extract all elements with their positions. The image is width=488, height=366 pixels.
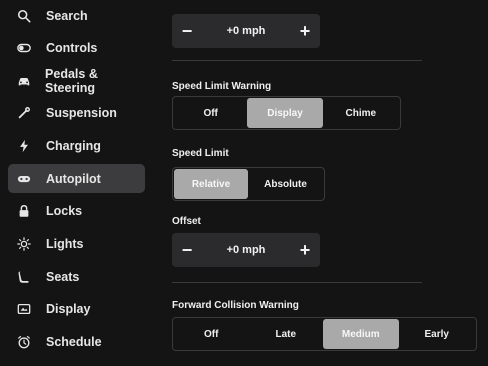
sidebar-item-seats[interactable]: Seats bbox=[8, 262, 145, 291]
increment-button[interactable]: + bbox=[290, 21, 320, 42]
bolt-icon bbox=[16, 138, 32, 154]
sidebar-item-label: Lights bbox=[46, 236, 84, 251]
stepper-value: +0 mph bbox=[226, 25, 266, 37]
sidebar-item-display[interactable]: Display bbox=[8, 294, 145, 323]
seat-icon bbox=[16, 269, 32, 285]
sidebar-item-schedule[interactable]: Schedule bbox=[8, 327, 145, 356]
divider bbox=[172, 60, 422, 61]
sidebar-item-lights[interactable]: Lights bbox=[8, 229, 145, 258]
sidebar-item-label: Pedals & Steering bbox=[45, 66, 98, 95]
sidebar-item-pedals-steering[interactable]: Pedals & Steering bbox=[8, 66, 145, 95]
offset-stepper: − +0 mph + bbox=[172, 233, 320, 267]
sidebar-item-label: Controls bbox=[46, 40, 98, 55]
sidebar-item-label: Autopilot bbox=[46, 171, 101, 186]
sidebar-item-label: Display bbox=[46, 301, 91, 316]
divider bbox=[172, 282, 422, 283]
sidebar-item-label: Locks bbox=[46, 203, 83, 218]
sidebar-item-label: Suspension bbox=[46, 105, 117, 120]
wrench-icon bbox=[16, 105, 32, 121]
sidebar-item-label: Schedule bbox=[46, 334, 102, 349]
sidebar-item-charging[interactable]: Charging bbox=[8, 131, 145, 160]
sidebar-item-search[interactable]: Search bbox=[8, 1, 145, 30]
sidebar-item-locks[interactable]: Locks bbox=[8, 196, 145, 225]
option-medium[interactable]: Medium bbox=[323, 319, 399, 349]
speed-limit-warning-selector: Off Display Chime bbox=[172, 96, 401, 130]
steering-wheel-icon bbox=[16, 171, 32, 187]
toggle-icon bbox=[16, 40, 32, 56]
lock-icon bbox=[16, 203, 32, 219]
option-display[interactable]: Display bbox=[247, 98, 323, 128]
option-chime[interactable]: Chime bbox=[323, 98, 399, 128]
forward-collision-warning-selector: Off Late Medium Early bbox=[172, 317, 477, 351]
sidebar-item-autopilot[interactable]: Autopilot bbox=[8, 164, 145, 193]
autopilot-settings-panel: − +0 mph + Speed Limit Warning Off Displ… bbox=[172, 0, 488, 366]
option-absolute[interactable]: Absolute bbox=[248, 169, 323, 199]
option-late[interactable]: Late bbox=[249, 319, 324, 349]
sidebar-item-label: Search bbox=[46, 8, 88, 23]
forward-collision-warning-label: Forward Collision Warning bbox=[172, 300, 299, 311]
display-icon bbox=[16, 301, 32, 317]
sidebar-item-label: Charging bbox=[46, 138, 101, 153]
clock-icon bbox=[16, 334, 32, 350]
option-off[interactable]: Off bbox=[174, 98, 247, 128]
sidebar-item-label: Seats bbox=[46, 269, 80, 284]
decrement-button[interactable]: − bbox=[172, 240, 202, 261]
sun-icon bbox=[16, 236, 32, 252]
option-off[interactable]: Off bbox=[174, 319, 249, 349]
speed-limit-selector: Relative Absolute bbox=[172, 167, 325, 201]
sidebar: Search Controls Pedals & Steering Suspen… bbox=[0, 0, 160, 366]
stepper-value: +0 mph bbox=[226, 244, 266, 256]
option-early[interactable]: Early bbox=[399, 319, 475, 349]
car-icon bbox=[16, 73, 31, 89]
speed-limit-warning-label: Speed Limit Warning bbox=[172, 81, 272, 92]
sidebar-item-controls[interactable]: Controls bbox=[8, 33, 145, 62]
option-relative[interactable]: Relative bbox=[174, 169, 248, 199]
speed-offset-stepper: − +0 mph + bbox=[172, 14, 320, 48]
search-icon bbox=[16, 8, 32, 24]
increment-button[interactable]: + bbox=[290, 240, 320, 261]
speed-limit-label: Speed Limit bbox=[172, 148, 229, 159]
sidebar-item-suspension[interactable]: Suspension bbox=[8, 98, 145, 127]
offset-label: Offset bbox=[172, 216, 201, 227]
decrement-button[interactable]: − bbox=[172, 21, 202, 42]
